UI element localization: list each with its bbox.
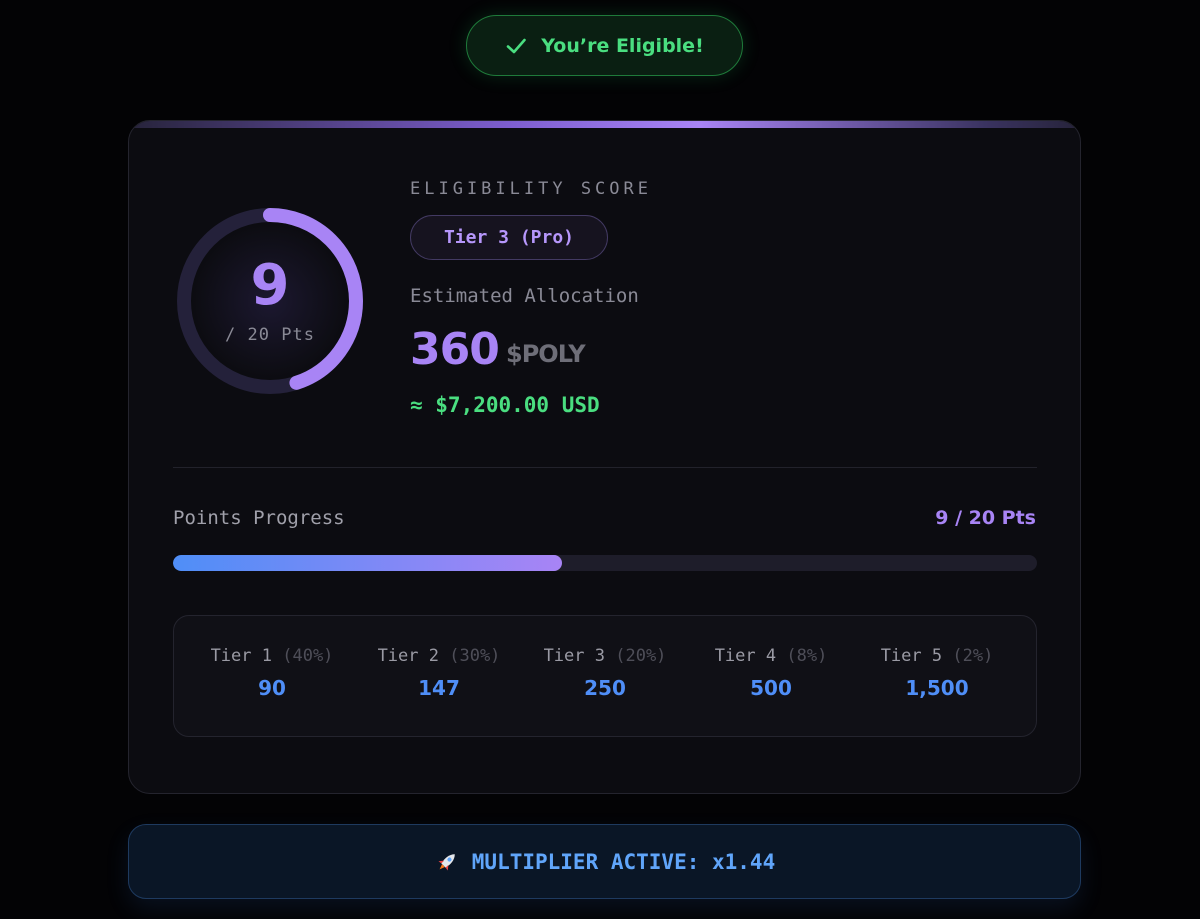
tier-cell-1: Tier 1 (40%) 90 — [189, 646, 355, 700]
eligibility-score-heading: ELIGIBILITY SCORE — [410, 179, 652, 199]
progress-value: 9 / 20 Pts — [935, 507, 1036, 529]
tier-value: 250 — [584, 676, 626, 700]
tier-percent: (8%) — [786, 646, 828, 666]
tier-percent: (20%) — [615, 646, 667, 666]
allocation-label: Estimated Allocation — [410, 285, 639, 307]
eligible-label: You’re Eligible! — [541, 34, 704, 57]
eligibility-card: 9 / 20 Pts ELIGIBILITY SCORE Tier 3 (Pro… — [128, 120, 1081, 794]
tier-value: 500 — [750, 676, 792, 700]
tier-name: Tier 3 (20%) — [543, 646, 667, 666]
tier-percent: (40%) — [282, 646, 334, 666]
tier-value: 90 — [258, 676, 286, 700]
check-icon — [505, 35, 527, 57]
tier-cell-4: Tier 4 (8%) 500 — [688, 646, 854, 700]
tier-name: Tier 2 (30%) — [377, 646, 501, 666]
allocation-amount: 360 — [410, 324, 500, 375]
tier-name: Tier 1 (40%) — [210, 646, 334, 666]
tier-name: Tier 4 (8%) — [714, 646, 828, 666]
progress-fill — [173, 555, 562, 571]
tier-percent: (2%) — [952, 646, 994, 666]
tier-name: Tier 5 (2%) — [880, 646, 994, 666]
eligibility-page: You’re Eligible! 9 / 20 Pts ELIGIBILITY … — [0, 0, 1200, 919]
multiplier-label: MULTIPLIER ACTIVE: x1.44 — [471, 849, 776, 874]
tier-percent: (30%) — [449, 646, 501, 666]
progress-label: Points Progress — [173, 507, 345, 529]
allocation-token: $POLY — [506, 340, 586, 368]
score-ring: 9 / 20 Pts — [173, 204, 367, 398]
tiers-table: Tier 1 (40%) 90 Tier 2 (30%) 147 Tier 3 … — [173, 615, 1037, 737]
allocation-usd: ≈ $7,200.00 USD — [410, 393, 600, 417]
tier-badge: Tier 3 (Pro) — [410, 215, 608, 260]
tier-cell-5: Tier 5 (2%) 1,500 — [854, 646, 1020, 700]
tier-cell-2: Tier 2 (30%) 147 — [356, 646, 522, 700]
rocket-icon — [434, 849, 460, 875]
tier-value: 1,500 — [905, 676, 969, 700]
card-accent-line — [129, 121, 1080, 128]
eligible-badge: You’re Eligible! — [466, 15, 743, 76]
divider — [173, 467, 1037, 468]
tier-cell-3: Tier 3 (20%) 250 — [522, 646, 688, 700]
multiplier-banner: MULTIPLIER ACTIVE: x1.44 — [128, 824, 1081, 899]
score-value: 9 — [250, 253, 290, 318]
tier-value: 147 — [418, 676, 460, 700]
progress-track — [173, 555, 1037, 571]
score-max: / 20 Pts — [225, 325, 315, 345]
